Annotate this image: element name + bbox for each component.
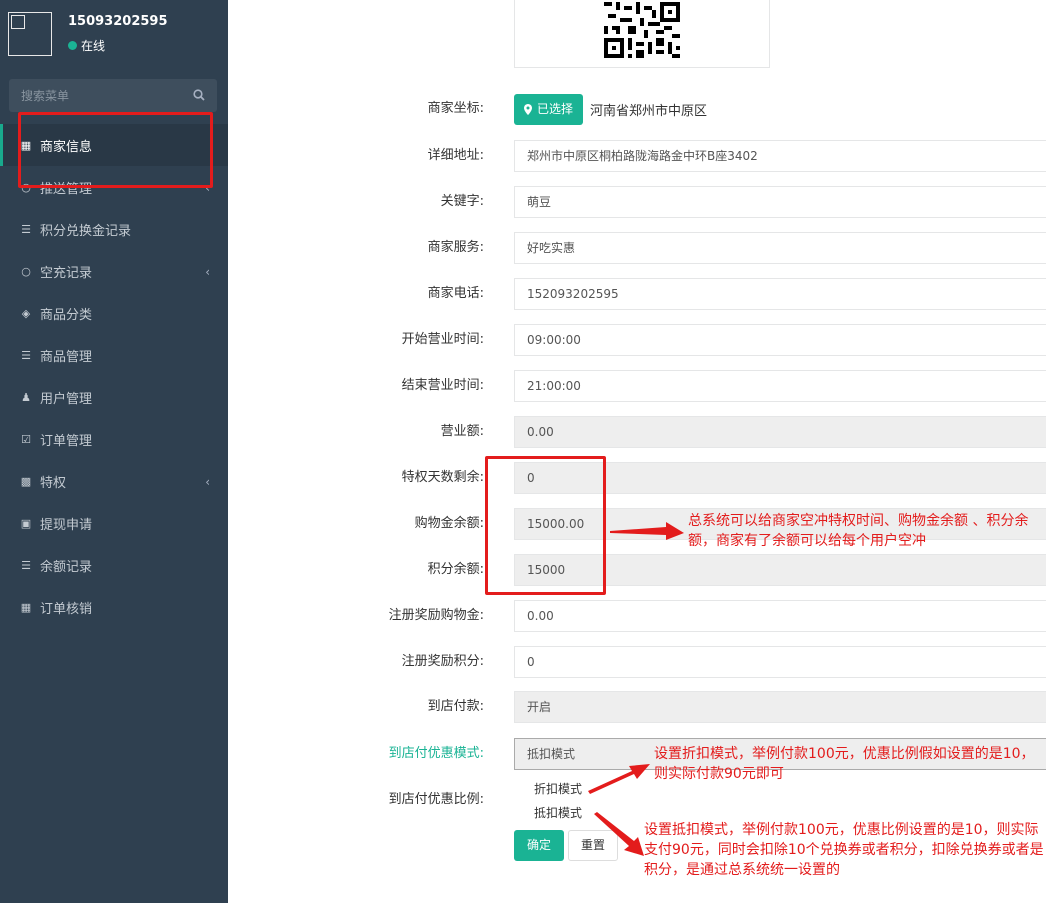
sidebar-item-order-verify[interactable]: ▦ 订单核销	[0, 586, 228, 628]
avatar[interactable]	[8, 12, 52, 56]
reg-reward-money-row: 注册奖励购物金: 0.00	[228, 599, 1046, 633]
list-icon: ☰	[21, 558, 31, 572]
annotation-arrow-icon	[594, 812, 644, 856]
sidebar-item-label: 空充记录	[40, 265, 93, 281]
phone-label: 商家电话:	[427, 286, 484, 301]
sidebar-item-privilege[interactable]: ▩ 特权 ‹	[0, 460, 228, 502]
circle-icon: ○	[21, 264, 31, 278]
discount-ratio-label: 到店付优惠比例:	[388, 792, 484, 807]
privilege-days-row: 特权天数剩余: 0	[228, 461, 1046, 495]
reg-reward-money-label: 注册奖励购物金:	[388, 608, 484, 623]
sidebar-item-label: 积分兑换金记录	[40, 223, 132, 239]
address-input[interactable]: 郑州市中原区桐柏路陇海路金中环B座3402	[514, 140, 1046, 172]
sidebar-item-label: 订单管理	[40, 433, 93, 449]
shopping-balance-label: 购物金余额:	[414, 516, 484, 531]
store-pay-label: 到店付款:	[427, 699, 484, 714]
broken-image-icon	[11, 15, 25, 29]
revenue-label: 营业额:	[440, 424, 484, 439]
annotation-note-deduct: 设置抵扣模式，举例付款100元，优惠比例设置的是10，则实际支付90元，同时会扣…	[644, 822, 1044, 878]
keywords-row: 关键字: 萌豆	[228, 185, 1046, 219]
close-time-label: 结束营业时间:	[401, 378, 484, 393]
reg-reward-points-input[interactable]: 0	[514, 646, 1046, 678]
user-panel: 15093202595 在线	[0, 0, 228, 72]
service-label: 商家服务:	[427, 240, 484, 255]
store-pay-select[interactable]: 开启	[514, 691, 1046, 723]
annotation-arrow-icon	[610, 522, 684, 540]
close-time-input[interactable]: 21:00:00	[514, 370, 1046, 402]
money-icon: ▣	[20, 516, 32, 530]
map-marker-icon	[524, 104, 532, 115]
sidebar-item-label: 提现申请	[40, 517, 93, 533]
sidebar-item-users[interactable]: ♟ 用户管理	[0, 376, 228, 418]
points-balance-label: 积分余额:	[427, 562, 484, 577]
list-icon: ☰	[21, 222, 31, 236]
reg-reward-points-label: 注册奖励积分:	[401, 654, 484, 669]
open-time-row: 开始营业时间: 09:00:00	[228, 323, 1046, 357]
revenue-row: 营业额: 0.00	[228, 415, 1046, 449]
address-row: 详细地址: 郑州市中原区桐柏路陇海路金中环B座3402	[228, 139, 1046, 173]
privilege-days-label: 特权天数剩余:	[401, 470, 484, 485]
sidebar-menu: ▦ 商家信息 ○ 推送管理 ‹ ☰ 积分兑换金记录 ○ 空充记录 ‹ ◈ 商品分…	[0, 124, 228, 628]
location-text: 河南省郑州市中原区	[590, 104, 708, 119]
check-square-icon: ☑	[21, 432, 31, 446]
chevron-left-icon: ‹	[205, 265, 210, 279]
menu-search-input[interactable]	[9, 79, 217, 112]
phone-row: 商家电话: 152093202595	[228, 277, 1046, 311]
highlight-box-balances	[485, 456, 606, 595]
qrcode-icon: ▦	[20, 600, 32, 614]
sidebar-item-balance-log[interactable]: ☰ 余额记录	[0, 544, 228, 586]
list-icon: ☰	[21, 348, 31, 362]
badge-icon: ▩	[20, 474, 32, 488]
reg-reward-points-row: 注册奖励积分: 0	[228, 645, 1046, 679]
revenue-field: 0.00	[514, 416, 1046, 448]
annotation-note-balance: 总系统可以给商家空冲特权时间、购物金余额 、积分余额，商家有了余额可以给每个用户…	[688, 513, 1029, 549]
open-time-label: 开始营业时间:	[401, 332, 484, 347]
sidebar-item-label: 用户管理	[40, 391, 93, 407]
open-time-input[interactable]: 09:00:00	[514, 324, 1046, 356]
service-row: 商家服务: 好吃实惠	[228, 231, 1046, 265]
cubes-icon: ◈	[21, 306, 31, 320]
sidebar-item-withdraw[interactable]: ▣ 提现申请	[0, 502, 228, 544]
highlight-box-menu	[18, 112, 213, 188]
sidebar-item-label: 订单核销	[40, 601, 93, 617]
menu-search	[9, 79, 217, 112]
keywords-input[interactable]: 萌豆	[514, 186, 1046, 218]
sidebar-item-label: 余额记录	[40, 559, 93, 575]
reg-reward-money-input[interactable]: 0.00	[514, 600, 1046, 632]
close-time-row: 结束营业时间: 21:00:00	[228, 369, 1046, 403]
confirm-button[interactable]: 确定	[514, 830, 564, 861]
store-pay-row: 到店付款: 开启	[228, 690, 1046, 724]
search-icon[interactable]	[193, 89, 205, 101]
sidebar-item-label: 特权	[40, 475, 67, 491]
location-label: 商家坐标:	[427, 101, 484, 116]
discount-mode-label: 到店付优惠模式:	[388, 746, 484, 761]
sidebar-item-categories[interactable]: ◈ 商品分类	[0, 292, 228, 334]
user-icon: ♟	[21, 390, 31, 404]
points-balance-row: 积分余额: 15000	[228, 553, 1046, 587]
sidebar-item-recharge[interactable]: ○ 空充记录 ‹	[0, 250, 228, 292]
select-location-button[interactable]: 已选择	[514, 94, 584, 125]
sidebar-item-label: 商品管理	[40, 349, 93, 365]
chevron-left-icon: ‹	[205, 475, 210, 489]
sidebar-item-label: 商品分类	[40, 307, 93, 323]
sidebar-item-products[interactable]: ☰ 商品管理	[0, 334, 228, 376]
status-text: 在线	[81, 39, 106, 53]
online-status: 在线	[68, 37, 105, 54]
sidebar-item-orders[interactable]: ☑ 订单管理	[0, 418, 228, 460]
service-input[interactable]: 好吃实惠	[514, 232, 1046, 264]
username: 15093202595	[68, 14, 168, 29]
phone-input[interactable]: 152093202595	[514, 278, 1046, 310]
annotation-note-discount: 设置折扣模式，举例付款100元，优惠比例假如设置的是10，则实际付款90元即可	[654, 746, 1035, 782]
keywords-label: 关键字:	[440, 194, 484, 209]
annotation-arrow-icon	[588, 764, 650, 794]
qrcode-box	[514, 0, 770, 68]
online-dot-icon	[68, 41, 77, 50]
qrcode-image	[604, 2, 680, 62]
select-location-label: 已选择	[537, 102, 574, 116]
address-label: 详细地址:	[427, 148, 484, 163]
sidebar-item-points-exchange[interactable]: ☰ 积分兑换金记录	[0, 208, 228, 250]
